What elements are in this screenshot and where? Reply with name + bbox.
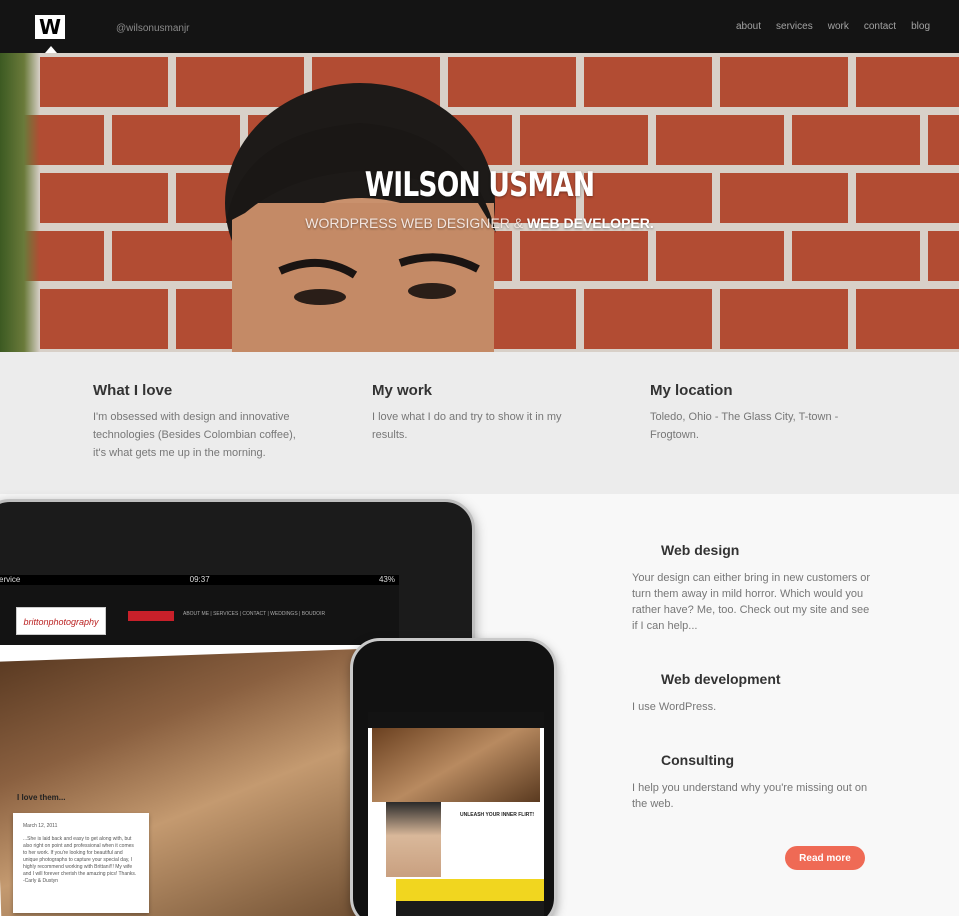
service-consulting: Consulting I help you understand why you…: [632, 752, 872, 812]
phone-device: UNLEASH YOUR INNER FLIRT!: [350, 638, 557, 916]
nav-blog[interactable]: blog: [911, 21, 930, 32]
tablet-red-button: [128, 611, 174, 621]
feature-my-location: My location Toledo, Ohio - The Glass Cit…: [650, 382, 865, 444]
feature-text: I love what I do and try to show it in m…: [372, 411, 562, 441]
phone-hat-photo: [386, 802, 441, 877]
service-title: Web development: [661, 671, 781, 687]
feature-title: What I love: [93, 382, 173, 399]
hero-subtitle-light: WORDPRESS WEB DESIGNER &: [305, 215, 524, 231]
phone-screen: UNLEASH YOUR INNER FLIRT!: [368, 712, 544, 916]
intro-features: What I love I'm obsessed with design and…: [0, 352, 959, 494]
nav-about[interactable]: about: [736, 21, 761, 32]
feature-title: My location: [650, 382, 733, 399]
tablet-site-logo: brittonphotography: [16, 607, 106, 635]
status-time: 09:37: [189, 575, 210, 584]
tablet-status-bar: o Service 09:37 43%: [0, 575, 399, 585]
service-text: I help you understand why you're missing…: [632, 782, 868, 810]
feature-title: My work: [372, 382, 433, 399]
tablet-site-header: brittonphotography ABOUT ME | SERVICES |…: [0, 585, 399, 645]
read-more-button[interactable]: Read more: [785, 846, 865, 870]
feature-what-i-love: What I love I'm obsessed with design and…: [93, 382, 308, 462]
phone-black-banner: [396, 901, 544, 916]
services-section: o Service 09:37 43% brittonphotography A…: [0, 494, 959, 916]
hero-subtitle: WORDPRESS WEB DESIGNER & WEB DEVELOPER.: [0, 215, 959, 231]
hero-subtitle-bold: WEB DEVELOPER.: [526, 215, 654, 231]
feature-text: I'm obsessed with design and innovative …: [93, 411, 296, 459]
service-web-development: Web development I use WordPress.: [632, 671, 872, 715]
tablet-card-date: March 12, 2011: [23, 823, 58, 829]
logo-pointer-icon: [45, 46, 57, 53]
twitter-handle[interactable]: @wilsonusmanjr: [116, 23, 190, 34]
site-logo[interactable]: W: [35, 15, 65, 39]
phone-site-header: [368, 712, 544, 728]
tablet-testimonial-card: March 12, 2011 ...She is laid back and e…: [13, 813, 149, 913]
nav-contact[interactable]: contact: [864, 21, 896, 32]
nav-work[interactable]: work: [828, 21, 849, 32]
top-nav-bar: W @wilsonusmanjr about services work con…: [0, 0, 959, 53]
foliage-blur: [0, 53, 40, 352]
tablet-screen: o Service 09:37 43% brittonphotography A…: [0, 575, 399, 916]
status-battery: 43%: [378, 575, 395, 584]
status-carrier: o Service: [0, 575, 21, 584]
service-title: Consulting: [661, 752, 735, 768]
service-web-design: Web design Your design can either bring …: [632, 542, 872, 634]
feature-my-work: My work I love what I do and try to show…: [372, 382, 587, 444]
service-text: Your design can either bring in new cust…: [632, 572, 871, 632]
phone-bridal-photo: [372, 728, 540, 802]
service-text: I use WordPress.: [632, 701, 717, 713]
feature-text: Toledo, Ohio - The Glass City, T-town - …: [650, 411, 839, 441]
tablet-card-text: ...She is laid back and easy to get alon…: [23, 836, 137, 884]
tablet-card-title: I love them...: [17, 793, 66, 802]
nav-services[interactable]: services: [776, 21, 813, 32]
tablet-site-menu: ABOUT ME | SERVICES | CONTACT | WEDDINGS…: [183, 611, 326, 617]
main-nav: about services work contact blog: [736, 21, 930, 32]
phone-yellow-banner: [396, 879, 544, 901]
hero-title: WILSON USMAN: [364, 165, 595, 205]
service-title: Web design: [661, 542, 740, 558]
phone-tagline: UNLEASH YOUR INNER FLIRT!: [460, 812, 535, 818]
hero-banner: WILSON USMAN WORDPRESS WEB DESIGNER & WE…: [0, 53, 959, 352]
devices-mockup-image: o Service 09:37 43% brittonphotography A…: [0, 494, 580, 916]
